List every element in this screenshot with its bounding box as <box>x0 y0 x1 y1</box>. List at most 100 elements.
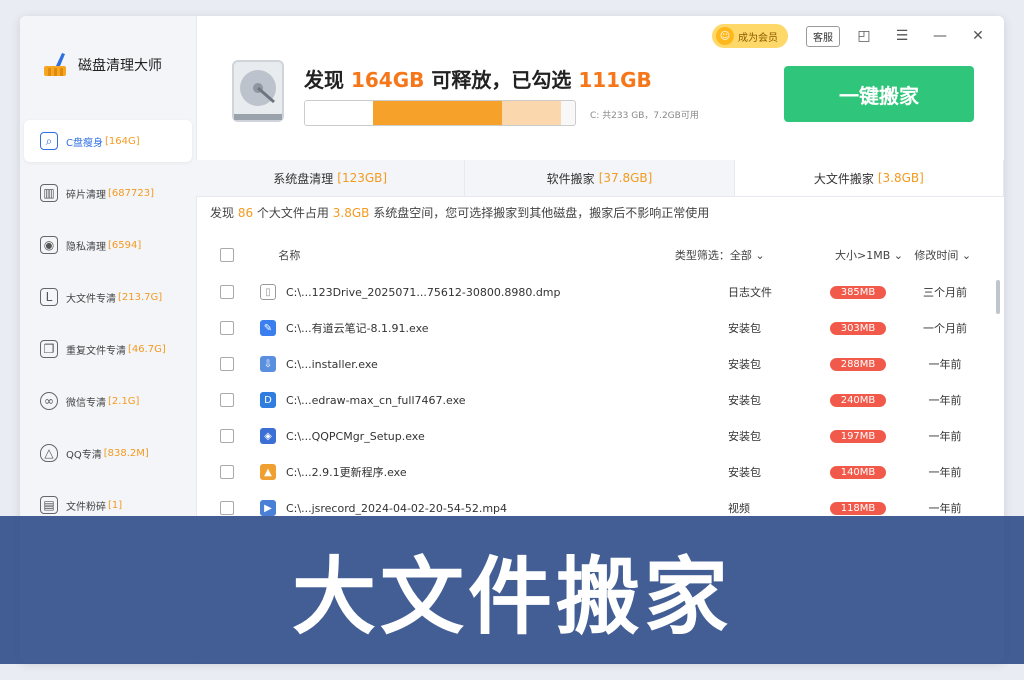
checkbox[interactable] <box>220 429 234 443</box>
banner-title: 大文件搬家 <box>291 547 732 646</box>
file-icon-cell: ▶ <box>256 500 280 516</box>
sidebar-item-label: 碎片清理 <box>66 189 106 201</box>
sidebar-item-label: 文件粉碎 <box>66 501 106 513</box>
file-size-cell: 288MB <box>790 357 900 371</box>
sidebar-item-fragment-clean[interactable]: ▥ 碎片清理 [687723] <box>24 172 192 214</box>
row-checkbox-cell[interactable] <box>210 285 250 299</box>
feedback-icon[interactable]: ◰ <box>850 24 878 48</box>
file-type: 安装包 <box>728 322 761 335</box>
sidebar-item-label: 大文件专清 <box>66 293 116 305</box>
disk-note: C: 共233 GB，7.2GB可用 <box>590 111 699 121</box>
checkbox[interactable] <box>220 321 234 335</box>
info-text: 系统盘空间，您可选择搬家到其他磁盘，搬家后不影响正常使用 <box>369 206 710 220</box>
file-icon: ▯ <box>260 284 276 300</box>
select-all-checkbox[interactable] <box>210 248 248 262</box>
file-name: C:\...edraw-max_cn_full7467.exe <box>286 393 466 407</box>
table-row[interactable]: ▲ C:\...2.9.1更新程序.exe 安装包 140MB 一年前 <box>210 454 990 490</box>
file-count: 86 <box>237 206 254 220</box>
file-type: 安装包 <box>728 358 761 371</box>
duplicate-file-icon: ❐ <box>40 340 58 358</box>
tab-bar: 系统盘清理 [123GB] 软件搬家 [37.8GB] 大文件搬家 [3.8GB… <box>196 160 1004 197</box>
file-size-badge: 385MB <box>830 285 886 299</box>
modified-time: 一年前 <box>928 430 962 443</box>
table-row[interactable]: ◈ C:\...QQPCMgr_Setup.exe 安装包 197MB 一年前 <box>210 418 990 454</box>
privacy-icon: ◉ <box>40 236 58 254</box>
close-icon[interactable]: ✕ <box>964 24 992 48</box>
table-row[interactable]: ⇩ C:\...installer.exe 安装包 288MB 一年前 <box>210 346 990 382</box>
qqpcmgr-icon: ◈ <box>260 428 276 444</box>
scrollbar[interactable] <box>996 280 1000 314</box>
bar-chart-icon: ▥ <box>40 184 58 202</box>
sidebar-item-count: [46.7G] <box>128 343 166 355</box>
disk-search-icon: ⌕ <box>40 132 58 150</box>
size-filter-dropdown[interactable]: 大小>1MB ⌄ <box>809 247 914 263</box>
row-checkbox-cell[interactable] <box>210 465 250 479</box>
sidebar-item-duplicate-file[interactable]: ❐ 重复文件专清 [46.7G] <box>24 328 192 370</box>
time-sort-dropdown[interactable]: 修改时间 ⌄ <box>914 247 990 263</box>
bar-used-segment <box>305 101 373 125</box>
sidebar-item-large-file[interactable]: L 大文件专清 [213.7G] <box>24 276 192 318</box>
vip-button[interactable]: ☺ 成为会员 <box>712 24 788 48</box>
header-name: 名称 <box>278 249 301 262</box>
sidebar-item-qq[interactable]: △ QQ专清 [838.2M] <box>24 432 192 474</box>
found-size: 164GB <box>350 68 425 92</box>
video-file-icon: ▶ <box>260 500 276 516</box>
type-filter-dropdown[interactable]: 类型筛选：全部 ⌄ <box>647 247 809 263</box>
info-text: 个大文件占用 <box>253 206 333 220</box>
file-type: 日志文件 <box>728 286 772 299</box>
app-title: 磁盘清理大师 <box>78 58 162 74</box>
sidebar-item-c-disk-slim[interactable]: ⌕ C盘瘦身 [164G] <box>24 120 192 162</box>
sidebar-item-wechat[interactable]: ∞ 微信专清 [2.1G] <box>24 380 192 422</box>
checkbox[interactable] <box>220 357 234 371</box>
sidebar-item-privacy-clean[interactable]: ◉ 隐私清理 [6594] <box>24 224 192 266</box>
row-checkbox-cell[interactable] <box>210 321 250 335</box>
youdao-note-icon: ✎ <box>260 320 276 336</box>
tab-label: 大文件搬家 <box>813 171 874 186</box>
file-type: 安装包 <box>728 394 761 407</box>
tab-large-file-move[interactable]: 大文件搬家 [3.8GB] <box>734 160 1004 196</box>
checkbox[interactable] <box>220 393 234 407</box>
qq-icon: △ <box>40 444 58 462</box>
file-name: C:\...jsrecord_2024-04-02-20-54-52.mp4 <box>286 501 508 515</box>
one-click-move-button[interactable]: 一键搬家 <box>784 66 974 122</box>
modified-time: 一年前 <box>928 466 962 479</box>
minimize-icon[interactable]: — <box>926 24 954 48</box>
file-name: C:\...QQPCMgr_Setup.exe <box>286 429 425 443</box>
menu-icon[interactable]: ☰ <box>888 24 916 48</box>
row-checkbox-cell[interactable] <box>210 357 250 371</box>
table-row[interactable]: ▯ C:\...123Drive_2025071...75612-30800.89… <box>210 274 990 310</box>
sidebar-item-count: [213.7G] <box>118 291 163 303</box>
sidebar-item-count: [6594] <box>108 239 142 251</box>
tab-software-move[interactable]: 软件搬家 [37.8GB] <box>465 160 735 196</box>
file-size-cell: 385MB <box>790 285 900 299</box>
file-size-badge: 118MB <box>830 501 886 515</box>
file-icon-cell: D <box>256 392 280 408</box>
service-button[interactable]: 客服 <box>806 25 840 47</box>
modified-time: 一年前 <box>928 502 962 515</box>
row-checkbox-cell[interactable] <box>210 393 250 407</box>
tab-system-clean[interactable]: 系统盘清理 [123GB] <box>196 160 466 196</box>
file-name: C:\...installer.exe <box>286 357 378 371</box>
checkbox[interactable] <box>220 465 234 479</box>
table-row[interactable]: ✎ C:\...有道云笔记-8.1.91.exe 安装包 303MB 一个月前 <box>210 310 990 346</box>
file-size-cell: 118MB <box>790 501 900 515</box>
vip-label: 成为会员 <box>738 32 778 44</box>
table-row[interactable]: D C:\...edraw-max_cn_full7467.exe 安装包 240MB… <box>210 382 990 418</box>
tab-count: [123GB] <box>337 171 388 185</box>
sidebar-item-label: 微信专清 <box>66 397 106 409</box>
file-size-badge: 288MB <box>830 357 886 371</box>
row-checkbox-cell[interactable] <box>210 429 250 443</box>
scan-summary-text: 发现 164GB 可释放，已勾选 111GB <box>304 64 652 93</box>
row-checkbox-cell[interactable] <box>210 501 250 515</box>
checkbox[interactable] <box>220 285 234 299</box>
edraw-icon: D <box>260 392 276 408</box>
tab-count: [3.8GB] <box>877 171 924 185</box>
file-table: ▯ C:\...123Drive_2025071...75612-30800.89… <box>210 274 990 526</box>
file-type: 安装包 <box>728 466 761 479</box>
scan-summary: 发现 164GB 可释放，已勾选 111GB C: 共233 GB，7.2GB可… <box>228 58 708 138</box>
sidebar-item-count: [687723] <box>108 187 154 199</box>
checkbox[interactable] <box>220 501 234 515</box>
sidebar-item-label: 重复文件专清 <box>66 345 126 357</box>
checkbox[interactable] <box>220 248 234 262</box>
table-header: 名称 类型筛选：全部 ⌄ 大小>1MB ⌄ 修改时间 ⌄ <box>210 244 990 266</box>
